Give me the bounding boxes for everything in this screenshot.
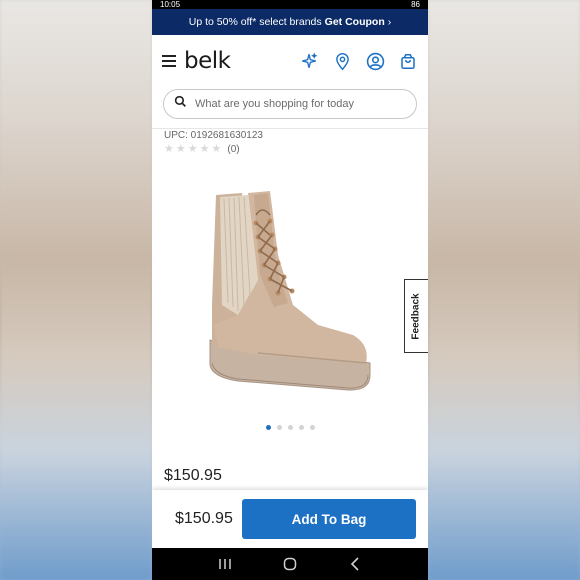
recents-button[interactable] <box>213 552 237 576</box>
android-nav-bar <box>152 548 428 580</box>
carousel-dot[interactable] <box>276 425 282 430</box>
promo-banner[interactable]: Up to 50% off* select brands Get Coupon … <box>152 9 428 35</box>
sticky-price: $150.95 <box>175 510 233 527</box>
product-price: $150.95 <box>164 467 222 484</box>
status-bar: 10:05 86 <box>152 0 428 9</box>
shopping-bag-icon[interactable] <box>398 51 418 71</box>
product-rating[interactable]: ★ ★ ★ ★ ★ (0) <box>152 143 428 155</box>
search-input[interactable] <box>195 98 406 110</box>
menu-icon[interactable] <box>162 55 176 67</box>
header-divider <box>152 128 428 129</box>
rating-count: (0) <box>227 143 240 155</box>
carousel-dot[interactable] <box>265 425 271 430</box>
carousel-dot[interactable] <box>309 425 315 430</box>
site-header: belk <box>152 35 428 87</box>
star-icon: ★ <box>211 143 222 155</box>
blurred-background-right <box>428 0 580 580</box>
image-carousel-dots <box>152 425 428 430</box>
promo-cta[interactable]: Get Coupon <box>325 16 385 28</box>
star-icon: ★ <box>199 143 210 155</box>
star-icon: ★ <box>187 143 198 155</box>
battery-level: 86 <box>411 0 420 9</box>
promo-text: Up to 50% off* select brands <box>188 16 322 28</box>
star-icon: ★ <box>164 143 174 155</box>
feedback-label: Feedback <box>411 292 423 340</box>
search-bar[interactable] <box>163 89 417 119</box>
add-to-bag-button[interactable]: Add To Bag <box>242 499 416 539</box>
sparkle-icon[interactable] <box>299 51 319 71</box>
carousel-dot[interactable] <box>287 425 293 430</box>
account-icon[interactable] <box>365 51 385 71</box>
product-image-boot[interactable] <box>198 185 378 405</box>
feedback-tab[interactable]: Feedback <box>404 279 428 353</box>
sticky-add-to-bag-bar: $150.95 Add To Bag <box>152 490 428 548</box>
back-button[interactable] <box>343 552 367 576</box>
location-pin-icon[interactable] <box>332 51 352 71</box>
star-icon: ★ <box>175 143 186 155</box>
phone-screen: 10:05 86 Up to 50% off* select brands Ge… <box>152 0 428 580</box>
status-time: 10:05 <box>160 0 181 9</box>
blurred-background-left <box>0 0 152 580</box>
home-button[interactable] <box>278 552 302 576</box>
carousel-dot[interactable] <box>298 425 304 430</box>
belk-logo[interactable]: belk <box>184 48 231 74</box>
search-icon <box>174 95 187 113</box>
chevron-right-icon: › <box>387 16 392 28</box>
product-upc: UPC: 0192681630123 <box>164 130 263 141</box>
